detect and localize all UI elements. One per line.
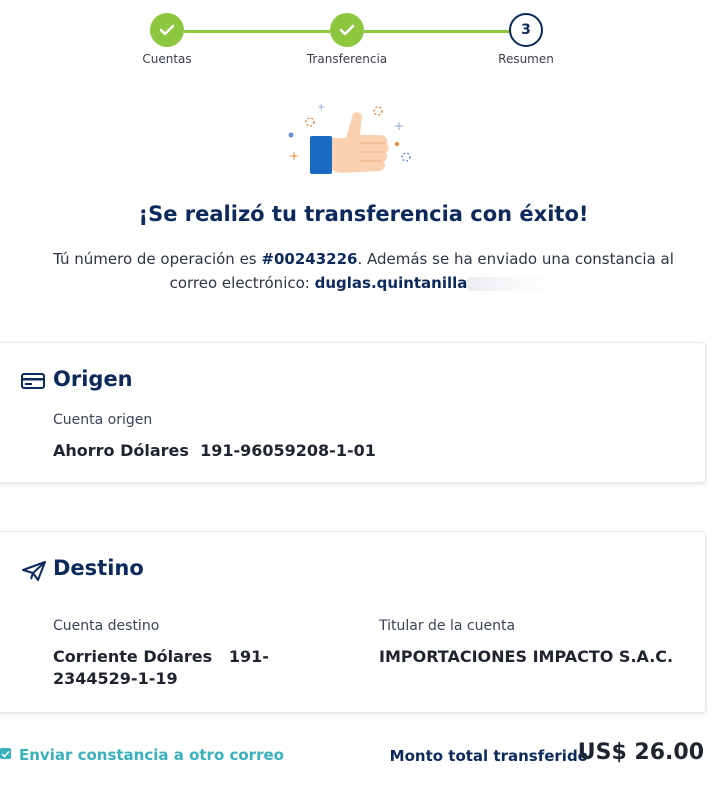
checkbox-icon[interactable] (0, 748, 11, 759)
send-plane-icon (21, 560, 47, 586)
step-1-label: Cuentas (142, 52, 192, 66)
message-line2-prefix: correo electrónico: (169, 274, 315, 292)
recipient-email: duglas.quintanilla (314, 274, 468, 292)
step-2-label: Transferencia (306, 52, 388, 66)
step-1-check-icon (150, 13, 184, 47)
svg-text:+: + (317, 102, 325, 113)
stepper-connector-2 (364, 30, 510, 33)
svg-text:+: + (289, 149, 299, 163)
message-line1-suffix: . Además se ha enviado una constancia al (357, 250, 674, 268)
email-redaction (467, 276, 558, 291)
destination-card: Destino Cuenta destino Corriente Dólares… (0, 531, 706, 713)
send-receipt-link[interactable]: Enviar constancia a otro correo (19, 746, 284, 764)
stepper-connector-1 (184, 30, 330, 33)
total-amount-value: US$ 26.00 (577, 740, 704, 765)
origin-title: Origen (53, 367, 133, 391)
origin-account-label: Cuenta origen (53, 412, 153, 428)
step-3-number: 3 (509, 13, 543, 47)
account-holder-label: Titular de la cuenta (379, 618, 516, 634)
total-amount-label: Monto total transferido (389, 747, 588, 765)
step-3-label: Resumen (498, 52, 554, 66)
destination-title: Destino (53, 556, 144, 580)
origin-account-value: Ahorro Dólares 191-96059208-1-01 (53, 441, 376, 460)
operation-number: #00243226 (261, 250, 358, 268)
account-holder-value: IMPORTACIONES IMPACTO S.A.C. (379, 647, 674, 666)
progress-stepper: Cuentas Transferencia 3 Resumen (0, 0, 727, 80)
svg-text:+: + (394, 119, 404, 133)
message-line1-prefix: Tú número de operación es (53, 250, 262, 268)
destination-account-label: Cuenta destino (53, 618, 160, 634)
destination-account-value: Corriente Dólares 191-2344529-1-19 (53, 647, 269, 688)
success-message: Tú número de operación es #00243226. Ade… (30, 247, 697, 295)
success-title: ¡Se realizó tu transferencia con éxito! (138, 202, 589, 226)
thumbs-up-icon: + + + (283, 100, 418, 182)
credit-card-icon (21, 373, 45, 393)
step-2-check-icon (330, 13, 364, 47)
origin-card: Origen Cuenta origen Ahorro Dólares 191-… (0, 342, 706, 483)
